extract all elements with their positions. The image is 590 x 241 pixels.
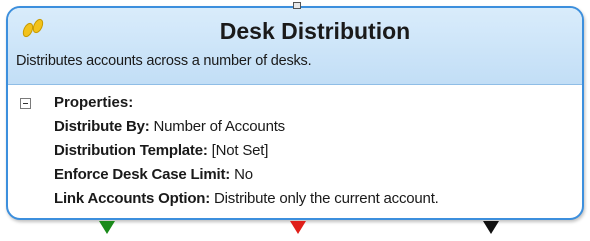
properties-heading: Properties: <box>54 94 134 111</box>
desk-distribution-node[interactable]: Desk Distribution Distributes accounts a… <box>6 6 584 220</box>
property-name: Link Accounts Option: <box>54 190 211 207</box>
property-row-link-accounts-option: Link Accounts Option: Distribute only th… <box>54 190 439 207</box>
green-output-port[interactable] <box>99 221 115 234</box>
property-value: [Not Set] <box>211 142 269 159</box>
property-name: Enforce Desk Case Limit: <box>54 166 231 183</box>
property-value: Distribute only the current account. <box>214 190 439 207</box>
input-anchor-handle[interactable] <box>293 2 301 9</box>
node-description: Distributes accounts across a number of … <box>16 53 312 69</box>
property-name: Distribution Template: <box>54 142 208 159</box>
collapse-toggle-icon[interactable] <box>20 98 31 109</box>
red-output-port[interactable] <box>290 221 306 234</box>
footprints-icon <box>22 18 44 38</box>
property-name: Distribute By: <box>54 118 150 135</box>
property-value: Number of Accounts <box>153 118 286 135</box>
workflow-canvas: Desk Distribution Distributes accounts a… <box>0 0 590 241</box>
black-output-port[interactable] <box>483 221 499 234</box>
node-title: Desk Distribution <box>219 18 411 44</box>
property-value: No <box>234 166 253 183</box>
node-header: Desk Distribution Distributes accounts a… <box>8 8 582 85</box>
property-row-distribution-template: Distribution Template: [Not Set] <box>54 142 268 159</box>
property-row-enforce-desk-case-limit: Enforce Desk Case Limit: No <box>54 166 253 183</box>
property-row-distribute-by: Distribute By: Number of Accounts <box>54 118 285 135</box>
